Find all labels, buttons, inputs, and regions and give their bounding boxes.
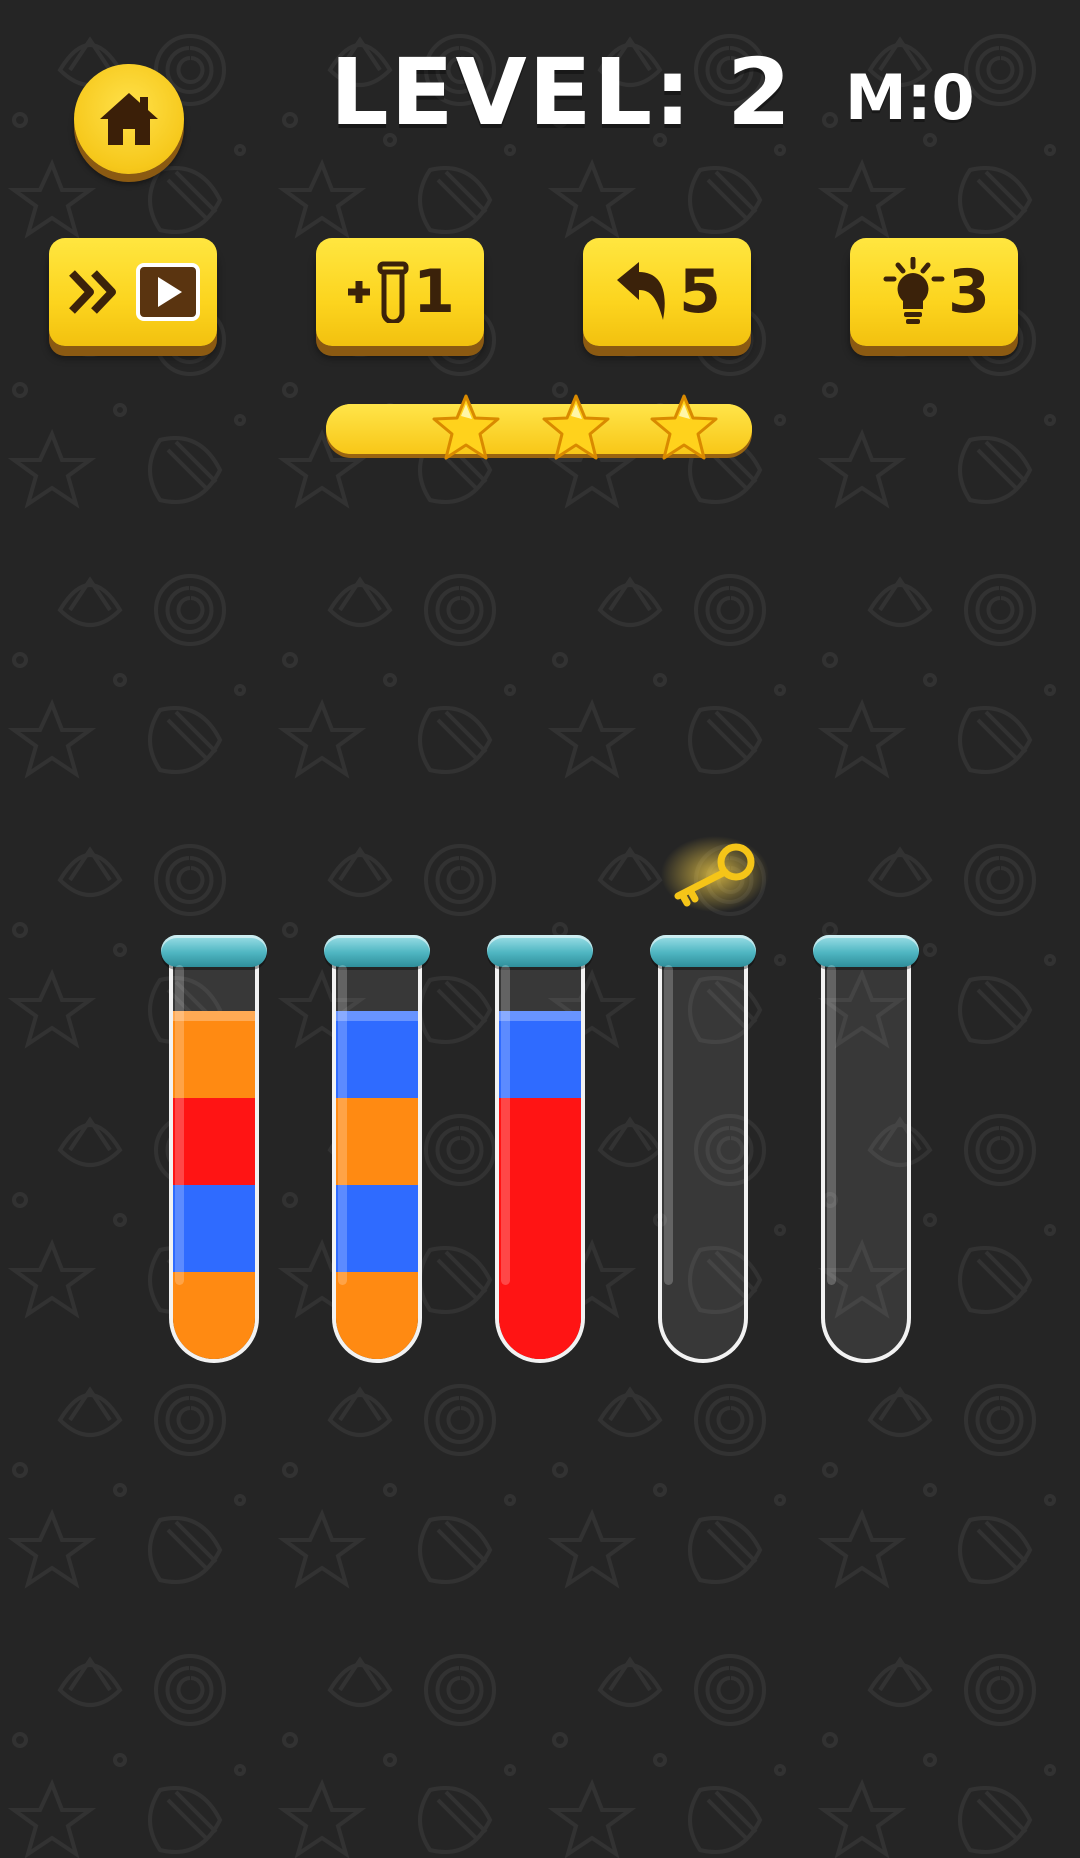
- home-icon: [100, 93, 158, 145]
- hint-button[interactable]: 3: [850, 238, 1018, 346]
- star-icon: [542, 394, 610, 460]
- key-icon: [661, 836, 769, 912]
- tube-rim: [161, 935, 267, 967]
- undo-count: 5: [679, 257, 721, 327]
- tube-shine: [827, 965, 836, 1285]
- liquid-layer-blue: [336, 1185, 418, 1272]
- tube-rim: [813, 935, 919, 967]
- tube-icon: [377, 261, 409, 323]
- add-tube-count: 1: [413, 257, 455, 327]
- liquid-layer-red: [173, 1098, 255, 1185]
- tube-3[interactable]: [487, 935, 593, 1367]
- liquid-layer-orange: [336, 1098, 418, 1185]
- tube-rim: [324, 935, 430, 967]
- liquid-layer-blue: [336, 1011, 418, 1098]
- tube-5[interactable]: [813, 935, 919, 1367]
- undo-arrow-icon: [617, 262, 665, 320]
- tube-rim: [650, 935, 756, 967]
- undo-button[interactable]: 5: [583, 238, 751, 346]
- star-progress-bar: [326, 394, 752, 460]
- liquid-layer-red: [499, 1098, 581, 1185]
- tube-2[interactable]: [324, 935, 430, 1367]
- level-title: LEVEL: 2: [330, 39, 793, 146]
- liquid-layer-orange: [173, 1011, 255, 1098]
- play-video-icon: [136, 263, 200, 321]
- liquid-layer-orange: [336, 1272, 418, 1359]
- tube-shine: [501, 965, 510, 1285]
- tube-rim: [487, 935, 593, 967]
- star-icon: [650, 394, 718, 460]
- liquid-layer-orange: [173, 1272, 255, 1359]
- liquid-layer-red: [499, 1272, 581, 1359]
- liquid-layer-red: [499, 1185, 581, 1272]
- tube-shine: [664, 965, 673, 1285]
- tube-1[interactable]: [161, 935, 267, 1367]
- liquid-layer-blue: [173, 1185, 255, 1272]
- add-tube-button[interactable]: 1: [316, 238, 484, 346]
- skip-level-button[interactable]: [49, 238, 217, 346]
- double-chevron-icon: [69, 270, 116, 314]
- tube-4[interactable]: [650, 935, 756, 1367]
- plus-icon: [348, 281, 371, 303]
- tube-shine: [338, 965, 347, 1285]
- lightbulb-icon: [883, 257, 945, 324]
- home-button[interactable]: [74, 64, 184, 174]
- hint-count: 3: [948, 257, 990, 327]
- tube-shine: [175, 965, 184, 1285]
- moves-counter: M:0: [845, 61, 975, 134]
- liquid-layer-blue: [499, 1011, 581, 1098]
- star-icon: [432, 394, 500, 460]
